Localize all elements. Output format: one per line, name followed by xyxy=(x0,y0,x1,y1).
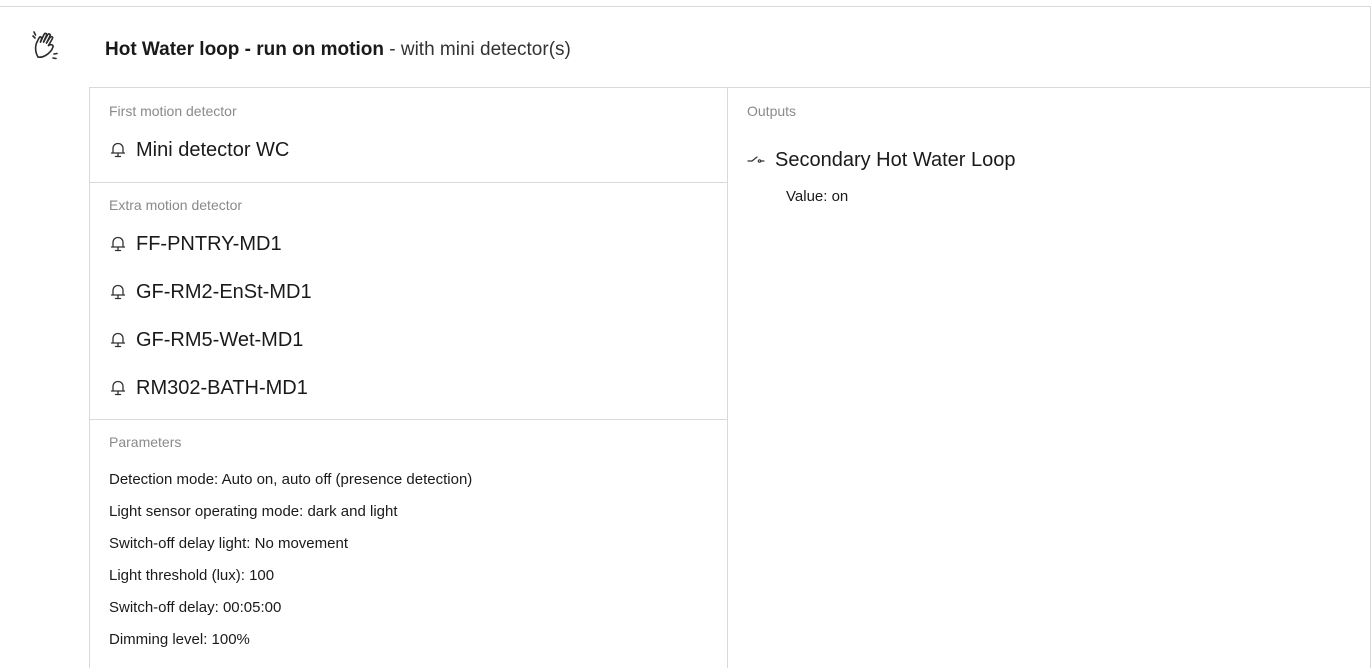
outputs-column: Outputs Secondary Hot Water Loop Value: … xyxy=(728,88,1371,668)
bell-icon xyxy=(110,332,126,348)
device-name: GF-RM5-Wet-MD1 xyxy=(136,329,304,351)
bell-icon xyxy=(110,284,126,300)
device-item[interactable]: FF-PNTRY-MD1 xyxy=(109,232,282,256)
outputs-label: Outputs xyxy=(747,103,797,119)
switch-icon xyxy=(747,156,765,163)
output-item[interactable]: Secondary Hot Water Loop xyxy=(747,148,1016,172)
output-name: Secondary Hot Water Loop xyxy=(775,149,1016,171)
device-name: RM302-BATH-MD1 xyxy=(136,377,308,399)
parameters-label: Parameters xyxy=(109,434,182,450)
automation-title: Hot Water loop - run on motion - with mi… xyxy=(105,38,571,62)
divider xyxy=(90,419,727,420)
parameter-item: Detection mode: Auto on, auto off (prese… xyxy=(109,471,473,488)
device-item[interactable]: GF-RM5-Wet-MD1 xyxy=(109,328,303,352)
automation-header: Hot Water loop - run on motion - with mi… xyxy=(0,6,1371,86)
device-item[interactable]: Mini detector WC xyxy=(109,138,289,162)
device-name: FF-PNTRY-MD1 xyxy=(136,233,282,255)
bell-icon xyxy=(110,236,126,252)
device-name: GF-RM2-EnSt-MD1 xyxy=(136,281,312,303)
extra-detector-label: Extra motion detector xyxy=(109,197,243,213)
automation-name: Hot Water loop - run on motion xyxy=(105,39,384,60)
bell-icon xyxy=(110,142,126,158)
device-item[interactable]: RM302-BATH-MD1 xyxy=(109,376,308,400)
automation-subtitle: - with mini detector(s) xyxy=(383,39,571,60)
hand-wave-icon xyxy=(28,27,64,63)
parameter-item: Light sensor operating mode: dark and li… xyxy=(109,503,398,520)
inputs-column: First motion detector Mini detector WC E… xyxy=(90,88,728,668)
parameter-item: Switch-off delay: 00:05:00 xyxy=(109,599,282,616)
device-item[interactable]: GF-RM2-EnSt-MD1 xyxy=(109,280,312,304)
parameter-item: Switch-off delay light: No movement xyxy=(109,535,348,552)
output-value: Value: on xyxy=(786,188,849,205)
device-name: Mini detector WC xyxy=(136,139,290,161)
first-detector-label: First motion detector xyxy=(109,103,237,119)
automation-details: First motion detector Mini detector WC E… xyxy=(89,87,1371,668)
divider xyxy=(90,182,727,183)
parameter-item: Dimming level: 100% xyxy=(109,631,250,648)
bell-icon xyxy=(110,380,126,396)
parameter-item: Light threshold (lux): 100 xyxy=(109,567,275,584)
